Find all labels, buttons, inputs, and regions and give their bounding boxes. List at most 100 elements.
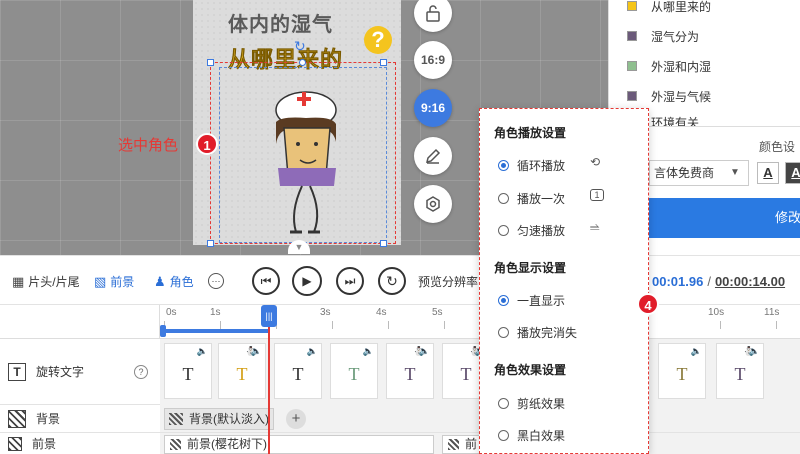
- role-settings-popup: 角色播放设置 循环播放 ⟲ 播放一次 1 匀速播放 ⥬ 角色显示设置 一直显示 …: [479, 108, 649, 454]
- text-clip[interactable]: 🔈 T: [658, 343, 706, 399]
- canvas-title-line1[interactable]: 体内的湿气: [228, 8, 333, 37]
- edit-button[interactable]: [414, 137, 452, 175]
- timeline-start-marker[interactable]: [160, 325, 166, 337]
- font-bg-color-button[interactable]: A: [785, 162, 800, 184]
- text-icon: T: [8, 362, 26, 381]
- play-once-icon: 1: [590, 189, 604, 201]
- legend-item[interactable]: 外湿与气候: [627, 86, 711, 106]
- inner-bounds-box: [219, 67, 387, 243]
- current-time: 00:01.96: [652, 274, 704, 289]
- radio-loop[interactable]: [498, 160, 509, 171]
- ratio-16-9-button[interactable]: 16:9: [414, 41, 452, 79]
- radio-paper-cut[interactable]: [498, 398, 509, 409]
- foreground-clip[interactable]: 前: [442, 435, 482, 454]
- volume-icon: 🔈: [196, 346, 208, 356]
- tick-mark: [720, 321, 721, 329]
- header-footer-tab[interactable]: ▦ 片头/片尾: [12, 273, 80, 290]
- color-settings-label: 颜色设: [759, 140, 796, 154]
- legend-swatch: [627, 61, 637, 71]
- next-button[interactable]: ⏭: [336, 267, 364, 295]
- option-always-show[interactable]: 一直显示: [498, 292, 565, 309]
- track-label-foreground[interactable]: 前景: [0, 433, 160, 454]
- loop-icon: ⟲: [590, 155, 601, 169]
- legend-item[interactable]: 外湿和内湿: [627, 56, 711, 76]
- text-clip-glyph: T: [182, 364, 194, 384]
- role-tab[interactable]: ♟ 角色: [154, 273, 194, 290]
- tick-mark: [388, 321, 389, 329]
- foreground-tab[interactable]: ▧ 前景: [94, 273, 134, 290]
- background-clip[interactable]: 背景(默认淡入): [164, 408, 274, 430]
- prev-button[interactable]: ⏮: [252, 267, 280, 295]
- option-play-once[interactable]: 播放一次: [498, 190, 565, 207]
- ratio-9-16-button[interactable]: 9:16: [414, 89, 452, 127]
- foreground-clip-icon: [448, 439, 459, 450]
- replay-button[interactable]: ↻: [378, 267, 406, 295]
- resize-handle-bl[interactable]: [207, 240, 214, 247]
- text-clip-glyph: T: [734, 364, 746, 384]
- settings-button[interactable]: [414, 185, 452, 223]
- track-label-rotate-text[interactable]: T 旋转文字 ?: [0, 339, 160, 405]
- text-clip[interactable]: 🔈 T: [330, 343, 378, 399]
- text-clip[interactable]: 🔈 T: [274, 343, 322, 399]
- film-icon: ▦: [12, 273, 25, 289]
- tick-label: 5s: [432, 307, 443, 318]
- option-loop-play[interactable]: 循环播放: [498, 157, 565, 174]
- tick-mark: [776, 321, 777, 329]
- legend-item[interactable]: 从哪里来的: [627, 0, 711, 16]
- legend-item[interactable]: 湿气分为: [627, 26, 699, 46]
- volume-icon: 🔈: [418, 346, 430, 356]
- total-time[interactable]: 00:00:14.00: [715, 274, 785, 289]
- text-clip[interactable]: ⛄🔈T: [716, 343, 764, 399]
- volume-icon: 🔈: [250, 346, 262, 356]
- background-icon: [8, 409, 26, 428]
- foreground-icon: ▧: [94, 273, 107, 289]
- resize-handle-tl[interactable]: [207, 59, 214, 66]
- more-button[interactable]: ···: [208, 273, 224, 289]
- apply-button[interactable]: 修改: [649, 198, 800, 238]
- foreground-track-icon: [8, 436, 22, 451]
- text-clip[interactable]: 🔈 T: [164, 343, 212, 399]
- radio-once[interactable]: [498, 193, 509, 204]
- tick-label: 10s: [708, 307, 725, 318]
- track-label-background[interactable]: 背景: [0, 405, 160, 433]
- tick-label: 1s: [210, 307, 221, 318]
- radio-black-white[interactable]: [498, 430, 509, 441]
- font-color-button[interactable]: A: [757, 162, 779, 184]
- pencil-icon: [425, 148, 441, 164]
- legend-swatch: [627, 91, 637, 101]
- radio-hide-after[interactable]: [498, 327, 509, 338]
- option-black-white[interactable]: 黑白效果: [498, 427, 565, 444]
- display-settings-heading: 角色显示设置: [494, 261, 567, 275]
- tick-mark: [220, 321, 221, 329]
- resize-handle-br[interactable]: [380, 240, 387, 247]
- radio-uniform[interactable]: [498, 225, 509, 236]
- resize-handle-tr[interactable]: [380, 59, 387, 66]
- user-icon: ♟: [154, 273, 166, 289]
- background-clip-icon: [169, 413, 183, 425]
- tick-label: 3s: [320, 307, 331, 318]
- play-settings-heading: 角色播放设置: [494, 126, 567, 140]
- text-clip-glyph: T: [676, 364, 688, 384]
- radio-always-show[interactable]: [498, 295, 509, 306]
- foreground-clip-icon: [170, 439, 181, 450]
- preview-resolution-label[interactable]: 预览分辨率: [418, 273, 478, 290]
- option-paper-cut[interactable]: 剪纸效果: [498, 395, 565, 412]
- time-display: 00:01.96/ 00:00:14.00: [652, 274, 785, 289]
- lock-icon: [426, 5, 440, 22]
- help-icon[interactable]: ?: [134, 364, 148, 379]
- option-uniform-play[interactable]: 匀速播放: [498, 222, 565, 239]
- resize-handle-tm[interactable]: [299, 59, 306, 66]
- playhead-handle[interactable]: |||: [261, 305, 277, 327]
- tick-mark: [332, 321, 333, 329]
- chevron-down-icon[interactable]: ▼: [725, 163, 745, 183]
- add-background-button[interactable]: +: [286, 409, 306, 429]
- played-progress-bar: [160, 329, 270, 333]
- step-badge-4: 4: [637, 293, 659, 315]
- foreground-clip[interactable]: 前景(樱花树下): [164, 435, 434, 454]
- rotate-icon[interactable]: ↻: [294, 38, 306, 55]
- text-clip[interactable]: ⛄🔈T: [386, 343, 434, 399]
- text-clip[interactable]: ⛄🔈T: [218, 343, 266, 399]
- option-hide-after-play[interactable]: 播放完消失: [498, 324, 577, 341]
- text-clip-glyph: T: [292, 364, 304, 384]
- play-button[interactable]: ▶: [292, 266, 322, 296]
